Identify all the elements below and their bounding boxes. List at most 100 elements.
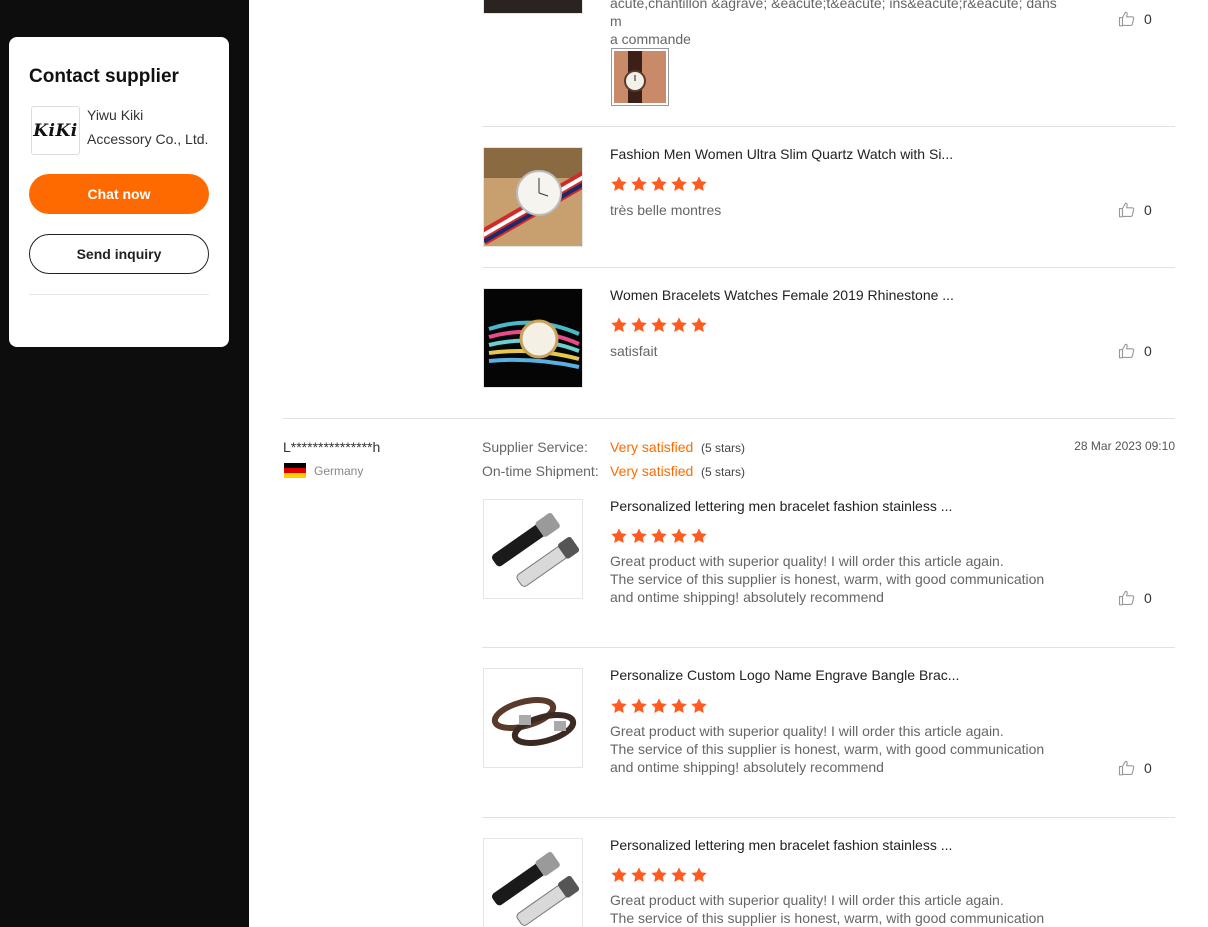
star-icon — [650, 866, 668, 884]
chat-now-button[interactable]: Chat now — [29, 174, 209, 214]
product-title[interactable]: Personalized lettering men bracelet fash… — [610, 498, 952, 514]
product-title[interactable]: Women Bracelets Watches Female 2019 Rhin… — [610, 287, 954, 303]
review-text: très belle montres — [610, 202, 722, 218]
like-count: 0 — [1144, 760, 1152, 776]
shipment-value: Very satisfied — [610, 463, 694, 479]
contact-title: Contact supplier — [29, 66, 179, 87]
review-text-line: The service of this supplier is honest, … — [610, 571, 1045, 587]
star-icon — [610, 527, 628, 545]
star-icon — [690, 316, 708, 334]
star-icon — [690, 527, 708, 545]
review-text-line: The service of this supplier is honest, … — [610, 741, 1045, 757]
like-count: 0 — [1144, 343, 1152, 359]
thumbs-up-icon — [1118, 589, 1136, 607]
product-title[interactable]: Personalized lettering men bracelet fash… — [610, 837, 952, 853]
star-icon — [630, 866, 648, 884]
supplier-name-line2: Accessory Co., Ltd. — [87, 131, 209, 147]
star-icon — [650, 175, 668, 193]
star-icon — [650, 527, 668, 545]
star-icon — [690, 175, 708, 193]
divider — [29, 294, 209, 295]
star-icon — [610, 175, 628, 193]
like-count: 0 — [1144, 202, 1152, 218]
product-image[interactable] — [483, 668, 583, 768]
supplier-info: KiKi Yiwu Kiki Accessory Co., Ltd. — [29, 106, 209, 155]
product-image[interactable] — [483, 0, 583, 14]
review-text-line: a commande — [610, 31, 691, 47]
thumbs-up-icon — [1118, 759, 1136, 777]
star-icon — [670, 866, 688, 884]
star-icon — [650, 697, 668, 715]
like-button[interactable]: 0 — [1118, 589, 1152, 607]
review-date: 28 Mar 2023 09:10 — [1074, 439, 1175, 453]
star-icon — [670, 316, 688, 334]
thumbs-up-icon — [1118, 10, 1136, 28]
divider — [482, 126, 1175, 127]
divider — [482, 267, 1175, 268]
rating-stars — [610, 866, 708, 884]
star-icon — [670, 697, 688, 715]
product-image[interactable] — [483, 499, 583, 599]
like-button[interactable]: 0 — [1118, 201, 1152, 219]
supplier-service-value: Very satisfied — [610, 439, 694, 455]
send-inquiry-button[interactable]: Send inquiry — [29, 234, 209, 274]
supplier-name[interactable]: Yiwu Kiki Accessory Co., Ltd. — [87, 103, 208, 155]
review-text-line: Great product with superior quality! I w… — [610, 892, 1004, 908]
star-icon — [610, 316, 628, 334]
shipment-label: On-time Shipment: — [482, 463, 599, 479]
star-icon — [630, 316, 648, 334]
supplier-name-line1: Yiwu Kiki — [87, 107, 144, 123]
star-icon — [690, 697, 708, 715]
supplier-service-stars: (5 stars) — [701, 441, 746, 455]
shipment-stars: (5 stars) — [701, 465, 746, 479]
like-button[interactable]: 0 — [1118, 342, 1152, 360]
like-button[interactable]: 0 — [1118, 759, 1152, 777]
review-text: Great product with superior quality! I w… — [610, 891, 1044, 927]
review-text-line: Great product with superior quality! I w… — [610, 553, 1004, 569]
review-photo-thumbnail[interactable] — [611, 48, 669, 106]
review-text: satisfait — [610, 343, 658, 359]
rating-stars — [610, 316, 708, 334]
star-icon — [630, 527, 648, 545]
review-text-line: and ontime shipping! absolutely recommen… — [610, 759, 884, 775]
thumbs-up-icon — [1118, 342, 1136, 360]
rating-stars — [610, 527, 708, 545]
star-icon — [690, 866, 708, 884]
contact-supplier-card: Contact supplier KiKi Yiwu Kiki Accessor… — [9, 37, 229, 347]
review-text: Great product with superior quality! I w… — [610, 722, 1044, 776]
review-text: acute,chantillon &agrave; &eacute;t&eacu… — [610, 0, 1070, 48]
star-icon — [650, 316, 668, 334]
supplier-service-label: Supplier Service: — [482, 439, 588, 455]
like-count: 0 — [1144, 11, 1152, 27]
reviewer-country: Germany — [284, 463, 363, 478]
star-icon — [610, 697, 628, 715]
divider — [482, 647, 1175, 648]
review-text-line: The service of this supplier is honest, … — [610, 910, 1045, 926]
like-button[interactable]: 0 — [1118, 10, 1152, 28]
reviewer-name: L***************h — [283, 439, 381, 455]
product-title[interactable]: Personalize Custom Logo Name Engrave Ban… — [610, 667, 959, 683]
review-text-line: and ontime shipping! absolutely recommen… — [610, 589, 884, 605]
rating-stars — [610, 697, 708, 715]
germany-flag-icon — [284, 463, 306, 478]
product-image[interactable] — [483, 147, 583, 247]
review-text-line: acute,chantillon &agrave; &eacute;t&eacu… — [610, 0, 1057, 29]
review-text-line: Great product with superior quality! I w… — [610, 723, 1004, 739]
divider — [283, 418, 1175, 419]
star-icon — [670, 175, 688, 193]
product-image[interactable] — [483, 288, 583, 388]
star-icon — [610, 866, 628, 884]
star-icon — [670, 527, 688, 545]
product-image[interactable] — [483, 838, 583, 927]
divider — [482, 817, 1175, 818]
product-title[interactable]: Fashion Men Women Ultra Slim Quartz Watc… — [610, 146, 953, 162]
review-text: Great product with superior quality! I w… — [610, 552, 1044, 606]
star-icon — [630, 697, 648, 715]
reviews-content: acute,chantillon &agrave; &eacute;t&eacu… — [249, 0, 1208, 927]
like-count: 0 — [1144, 590, 1152, 606]
sidebar-panel: Contact supplier KiKi Yiwu Kiki Accessor… — [0, 0, 249, 927]
supplier-logo[interactable]: KiKi — [31, 106, 80, 155]
rating-stars — [610, 175, 708, 193]
star-icon — [630, 175, 648, 193]
country-name: Germany — [314, 463, 364, 478]
